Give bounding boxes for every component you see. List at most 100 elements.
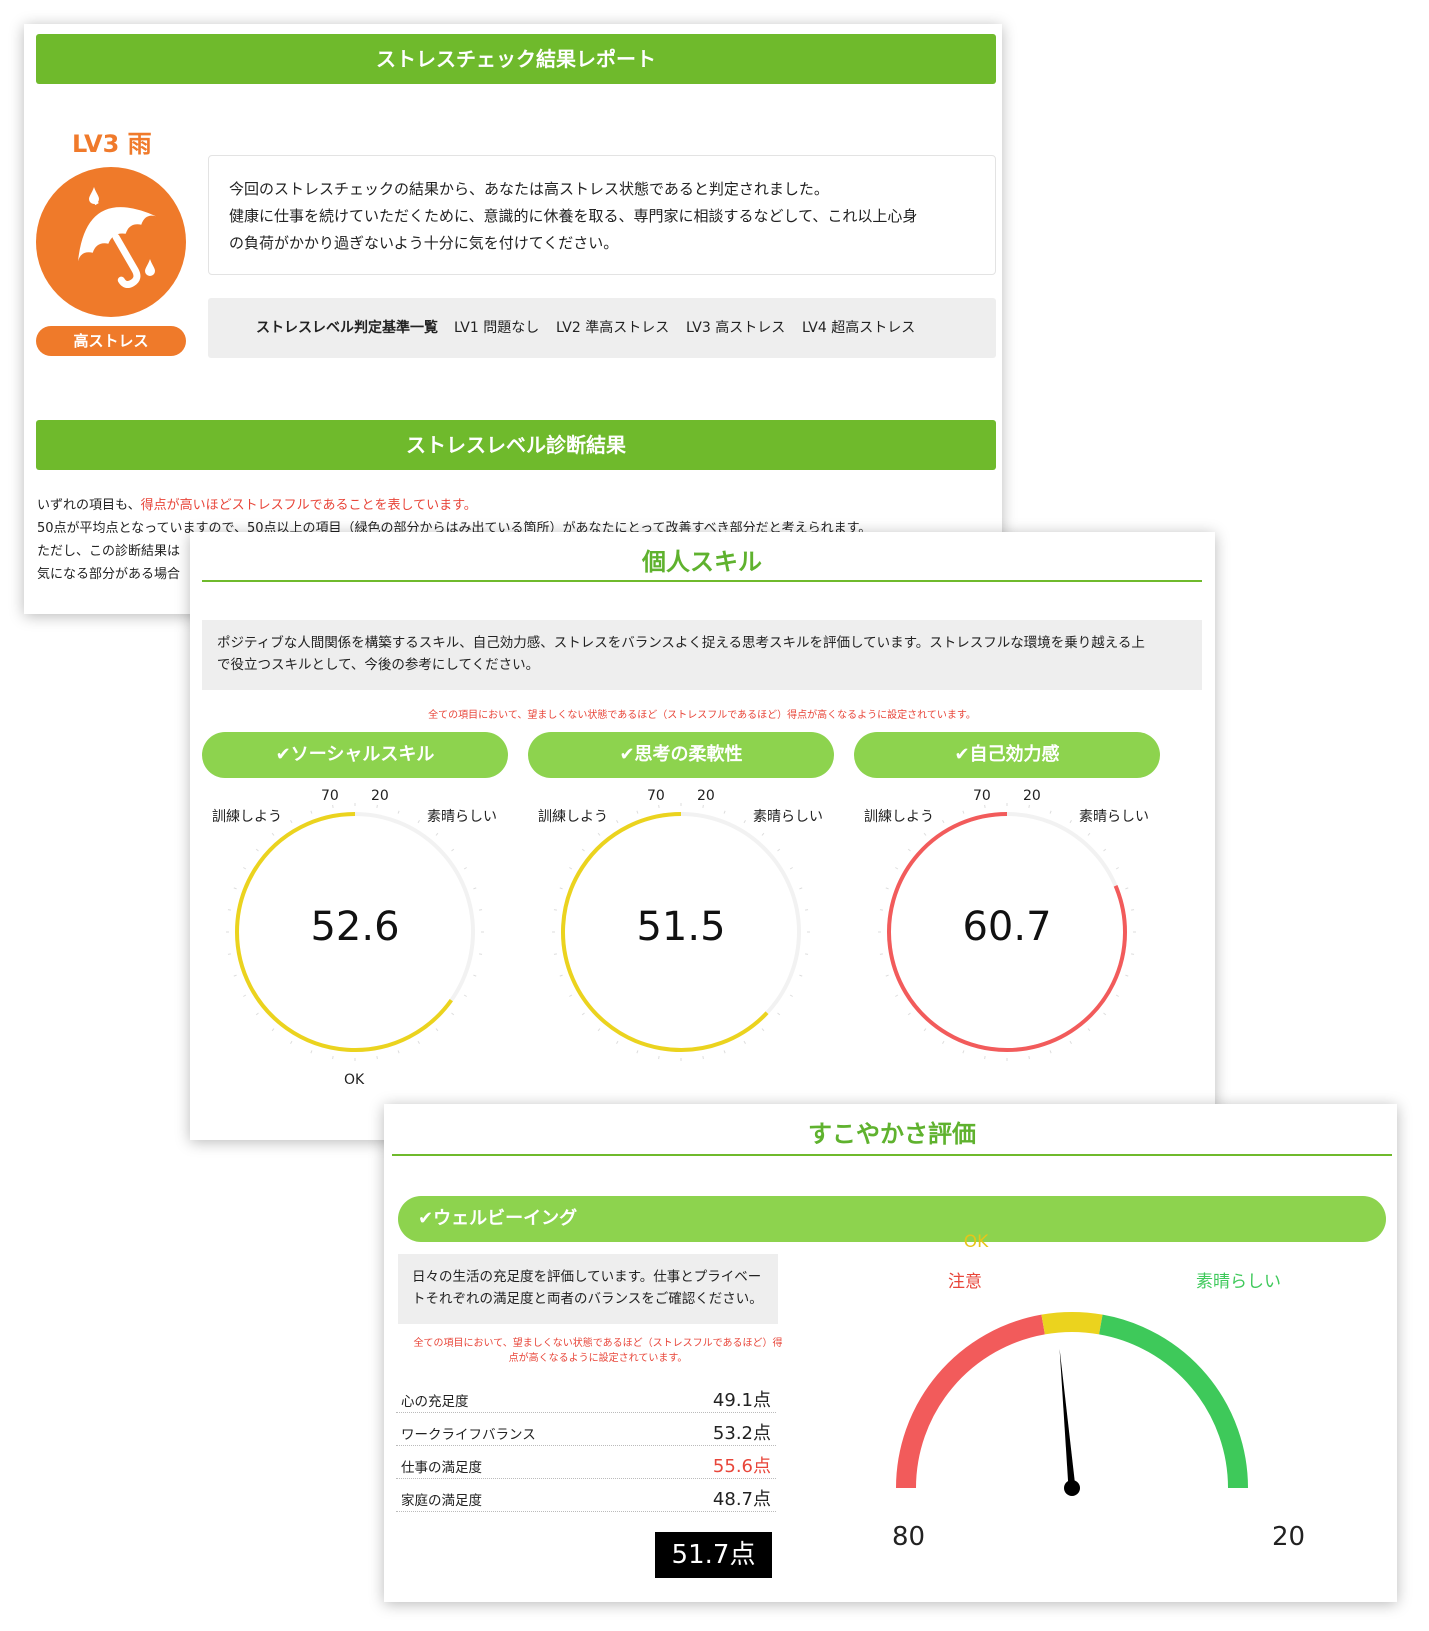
stress-report-card: ストレスチェック結果レポート LV3 雨 高ストレス 今回のストレスチェックの結… (24, 24, 1002, 614)
row-label: 仕事の満足度 (401, 1460, 482, 1476)
row-value: 53.2点 (712, 1423, 771, 1444)
gauge-tick (553, 909, 558, 911)
gauge-tick (962, 810, 965, 814)
description-line: トそれぞれの満足度と両者のバランスをご確認ください。 (412, 1291, 763, 1307)
gauge-tick (569, 867, 573, 870)
diagnosis-title: ストレスレベル診断結果 (36, 420, 996, 470)
gauge-tick (559, 974, 563, 977)
gauge-tick (942, 1040, 945, 1044)
gauge-tick (879, 909, 884, 911)
wellness-card: すこやかさ評価 ✔ウェルビーイング 日々の生活の充足度を評価しています。仕事とプ… (384, 1104, 1397, 1602)
gauge-tick (1087, 832, 1091, 836)
criteria-list: ストレスレベル判定基準一覧 LV1 問題なし LV2 準高ストレス LV3 高ス… (208, 298, 996, 358)
wellness-title: すこやかさ評価 (808, 1120, 976, 1148)
gauge-tick (227, 953, 232, 955)
gauge-tick (243, 867, 247, 870)
meter-ok-label: OK (963, 1232, 989, 1252)
gauge-tick (789, 867, 793, 870)
gauge-tick (397, 1050, 400, 1054)
gauge-tick (616, 1040, 619, 1044)
gauge-tick (569, 994, 573, 997)
gauge-tick (1028, 804, 1030, 809)
gauge-tick (581, 848, 585, 852)
message-line: 健康に仕事を続けていただくために、意識的に休養を取る、専門家に相談するなどして、… (229, 207, 918, 225)
criteria-label: ストレスレベル判定基準一覧 (256, 320, 438, 336)
meter-min-label: 80 (892, 1522, 926, 1552)
gauge-tick (1130, 909, 1135, 911)
gauge-bottom-label: OK (344, 1072, 365, 1088)
gauge-tick (907, 1012, 911, 1016)
gauge-tick (923, 832, 927, 836)
criteria-level: LV3 高ストレス (686, 320, 786, 336)
gauge-tick (777, 848, 781, 852)
gauge-tick (332, 1055, 334, 1060)
meter-score: 51.7点 (655, 1532, 772, 1578)
gauge-tick (984, 804, 986, 809)
gauge-tick (799, 974, 803, 977)
gauge-tick (290, 1040, 293, 1044)
gauge-tick (1028, 1055, 1030, 1060)
gauge-tick (879, 953, 884, 955)
gauge-tick (743, 820, 746, 824)
row-label: ワークライフバランス (401, 1427, 536, 1443)
gauge-tick (702, 1055, 704, 1060)
note-line: 全ての項目において、望ましくない状態であるほど（ストレスフルであるほど）得 (413, 1338, 783, 1349)
meter-caution-band (896, 1314, 1045, 1489)
gauge-tick (799, 887, 803, 890)
table-row: 家庭の満足度 48.7点 (396, 1479, 776, 1512)
gauge-tick (233, 974, 237, 977)
gauge-tick (923, 1028, 927, 1032)
meter-great-band (1099, 1314, 1248, 1489)
gauge-tick (451, 1012, 455, 1016)
gauge-tick (417, 820, 420, 824)
row-value: 48.7点 (712, 1489, 771, 1510)
gauge-tick (1130, 953, 1135, 955)
gauge-tick (310, 810, 313, 814)
gauge-tick (984, 1055, 986, 1060)
rain-umbrella-icon (36, 167, 186, 317)
circular-gauge (226, 803, 484, 1061)
personal-skill-card: 個人スキル ポジティブな人間関係を構築するスキル、自己効力感、ストレスをバランス… (190, 532, 1215, 1140)
personal-skill-title: 個人スキル (642, 548, 762, 576)
message-line: 今回のストレスチェックの結果から、あなたは高ストレス状態であると判定されました。 (229, 180, 829, 198)
gauge-tick (761, 1028, 765, 1032)
gauge-tick (271, 1028, 275, 1032)
meter-max-label: 20 (1272, 1522, 1306, 1552)
gauge-tick (804, 909, 809, 911)
gauge-tick (376, 1055, 378, 1060)
gauge-tick (942, 820, 945, 824)
gauge-tick (1103, 848, 1107, 852)
gauge-tick (1115, 867, 1119, 870)
note-line: 点が高くなるように設定されています。 (508, 1353, 688, 1364)
gauge-tick (743, 1040, 746, 1044)
gauge-tick (435, 832, 439, 836)
description-line: ポジティブな人間関係を構築するスキル、自己効力感、ストレスをバランスよく捉える思… (217, 635, 1145, 651)
level-title: LV3 雨 (72, 130, 152, 158)
intro-highlight: 得点が高いほどストレスフルであることを表しています。 (140, 498, 477, 513)
table-row: 仕事の満足度 55.6点 (396, 1446, 776, 1479)
gauge-tick (233, 887, 237, 890)
gauge-tick (1087, 1028, 1091, 1032)
meter-hub (1064, 1480, 1080, 1496)
wellbeing-meter (896, 1312, 1248, 1496)
gauge-tick (789, 994, 793, 997)
gauge-tick (702, 804, 704, 809)
gauge-tick (473, 887, 477, 890)
gauge-value-arc (235, 812, 453, 1052)
gauge-tick (636, 810, 639, 814)
gauge-tick (1049, 1050, 1052, 1054)
gauge-tick (559, 887, 563, 890)
meter-ok-band (1041, 1312, 1103, 1335)
scoring-note: 全ての項目において、望ましくない状態であるほど（ストレスフルであるほど）得 点が… (398, 1336, 798, 1366)
description-line: 日々の生活の充足度を評価しています。仕事とプライベー (412, 1269, 762, 1285)
wellbeing-pill: ✔ウェルビーイング (398, 1196, 1386, 1242)
gauge-tick (463, 867, 467, 870)
table-row: ワークライフバランス 53.2点 (396, 1413, 776, 1446)
gauge-tick (1115, 994, 1119, 997)
gauge-tick (451, 848, 455, 852)
gauge-title: ✔自己効力感 (854, 732, 1160, 778)
message-line: の負荷がかかり過ぎないよう十分に気を付けてください。 (229, 234, 619, 252)
gauge-tick (553, 953, 558, 955)
gauge-value-arc (561, 812, 769, 1052)
circular-gauge (878, 803, 1136, 1061)
